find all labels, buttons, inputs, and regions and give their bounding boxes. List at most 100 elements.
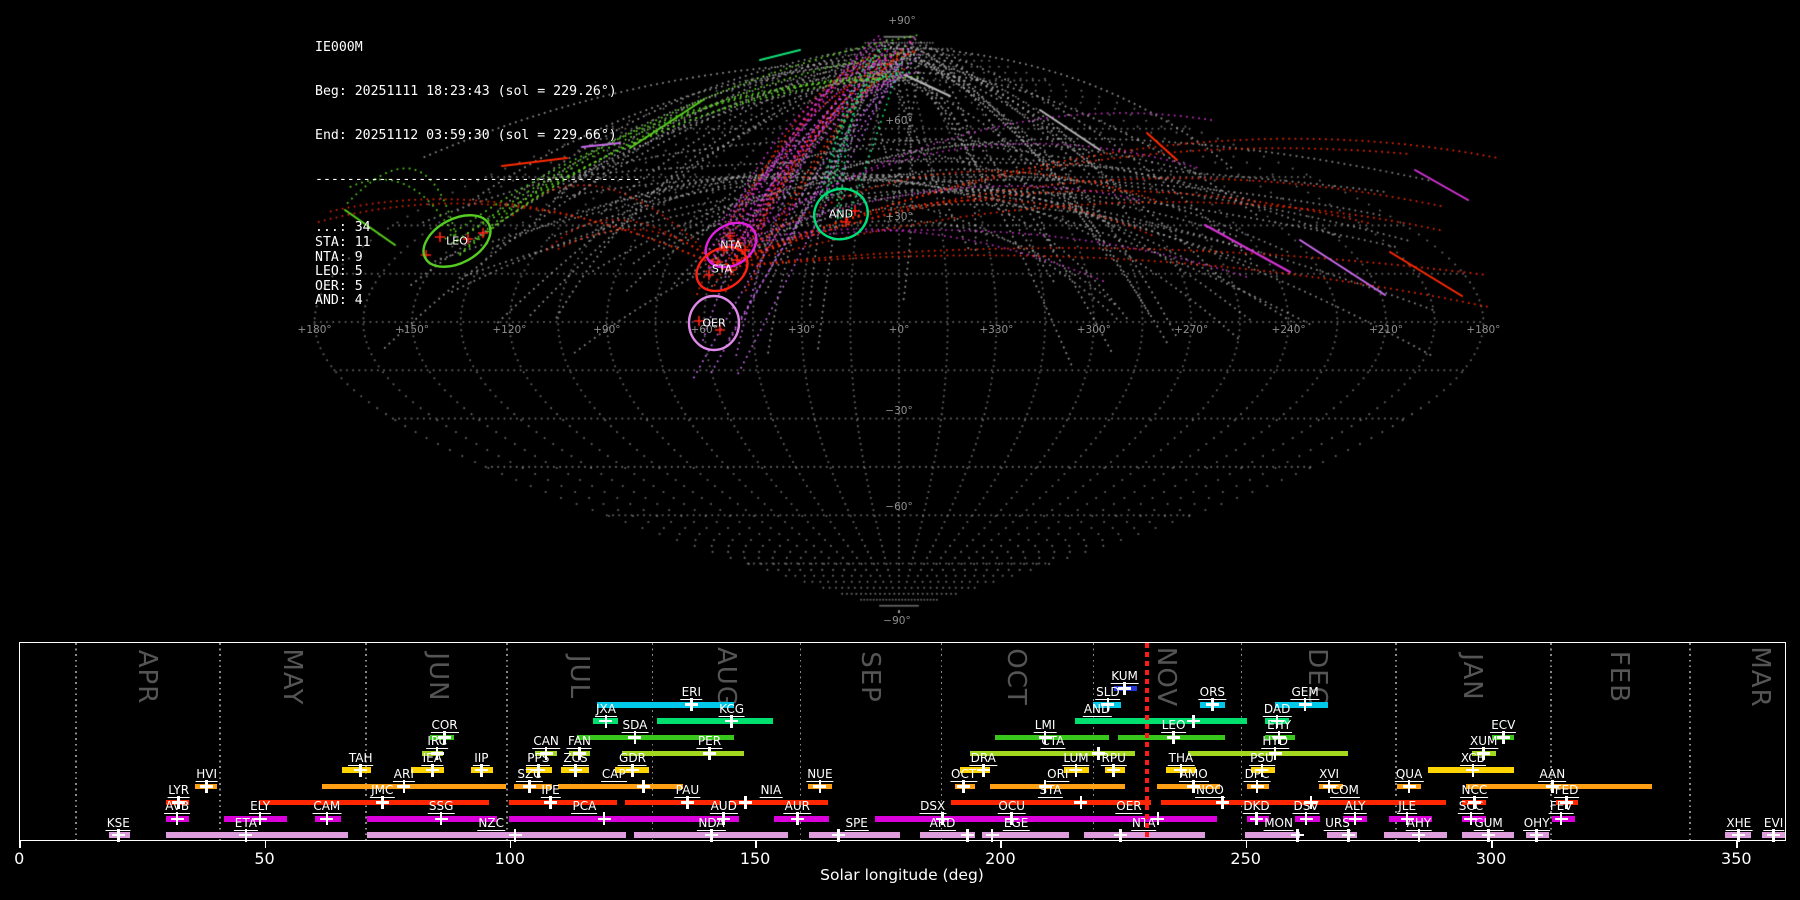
peak-marker-v xyxy=(513,828,517,842)
month-label: JUL xyxy=(564,654,595,700)
pole-label: −90° xyxy=(883,615,911,627)
shower-label: KUM xyxy=(1110,669,1139,684)
shower-peak-marker xyxy=(508,828,522,842)
shower-label: FEV xyxy=(1548,799,1574,815)
axis-tick xyxy=(1491,841,1493,848)
month-gridline xyxy=(651,643,654,840)
shower-bar xyxy=(656,718,774,724)
shower-bar xyxy=(558,783,684,790)
shower-label: DPC xyxy=(1243,766,1271,782)
shower-peak-marker xyxy=(636,779,650,793)
shower-label: PPS xyxy=(526,750,551,766)
peak-marker-v xyxy=(966,828,969,842)
radiant-label: AND xyxy=(828,207,854,221)
sky-map-labels-layer: LEO NTA STA OER AND +180° +150° +120° +90° +60° +3… xyxy=(0,0,1800,660)
peak-marker-v xyxy=(1192,714,1195,728)
axis-tick xyxy=(755,841,757,848)
shower-peak-marker xyxy=(739,796,753,810)
shower-bar xyxy=(165,832,348,838)
shower-label: DRA xyxy=(969,750,997,766)
shower-label: DKD xyxy=(1242,799,1271,815)
shower-label: TAH xyxy=(347,750,374,766)
month-gridline xyxy=(506,643,508,840)
shower-label: PAU xyxy=(674,783,701,799)
peak-marker-v xyxy=(602,812,606,826)
shower-label: LUM xyxy=(1062,750,1090,766)
shower-label: AUD xyxy=(709,799,738,815)
shower-label: IRC xyxy=(426,734,449,750)
shower-label: AUR xyxy=(783,799,811,815)
shower-label: HYD xyxy=(1261,734,1289,750)
month-gridline xyxy=(219,643,221,840)
radiant-label: STA xyxy=(711,262,733,276)
month-label: JAN xyxy=(1456,653,1487,701)
shower-label: SDA xyxy=(621,717,649,733)
axis-tick-label: 250 xyxy=(1230,849,1261,868)
shower-label: NDA xyxy=(697,815,726,831)
shower-label: SLD xyxy=(1095,685,1121,701)
shower-label: NOO xyxy=(1194,783,1225,799)
shower-label: HVI xyxy=(195,766,219,782)
shower-label: IEA xyxy=(421,750,443,766)
shower-label: EVI xyxy=(1762,815,1785,831)
shower-label: JMC xyxy=(370,783,395,799)
shower-label: ELY xyxy=(249,799,272,815)
lon-label: +180° xyxy=(1466,324,1501,336)
lon-label: +0° xyxy=(888,324,910,336)
shower-label: PSU xyxy=(1249,750,1275,766)
end-time-line: End: 20251112 03:59:30 (sol = 229.66°) xyxy=(315,127,617,143)
shower-label: ARD xyxy=(928,815,957,831)
axis-tick-label: 350 xyxy=(1721,849,1752,868)
peak-marker-v xyxy=(1295,828,1299,842)
axis-tick xyxy=(1000,841,1002,848)
shower-count-list: ...: 34 STA: 11 NTA: 9 LEO: 5 OER: 5 AND: 4 xyxy=(315,221,641,309)
station-code: IE000M xyxy=(315,40,363,56)
shower-label: DAD xyxy=(1262,701,1292,717)
shower-bar xyxy=(509,816,683,822)
shower-bar xyxy=(259,799,490,806)
shower-peak-marker xyxy=(961,828,975,842)
lon-label: +30° xyxy=(787,324,816,336)
peak-marker-v xyxy=(837,828,840,842)
lat-label: −60° xyxy=(885,501,913,514)
shower-bar xyxy=(509,799,617,806)
month-gridline xyxy=(365,643,367,840)
shower-label: ERI xyxy=(680,685,703,701)
shower-label: JXA xyxy=(594,701,617,717)
peak-marker-v xyxy=(1156,812,1160,826)
shower-label: NIA xyxy=(759,783,783,799)
lon-label: +330° xyxy=(979,324,1014,336)
shower-label: COM xyxy=(1329,783,1360,799)
peak-marker-v xyxy=(990,828,994,842)
pole-label: +90° xyxy=(888,15,916,27)
shower-label: MON xyxy=(1263,815,1294,831)
axis-tick-label: 50 xyxy=(254,849,275,868)
current-sol-line xyxy=(1146,643,1149,840)
shower-label: OCT xyxy=(950,766,978,782)
shower-label: GDR xyxy=(618,750,647,766)
shower-label: PER xyxy=(696,734,723,750)
shower-label: EHY xyxy=(1266,717,1293,733)
axis-tick xyxy=(264,841,267,848)
shower-label: ZCS xyxy=(562,750,589,766)
shower-label: ETA xyxy=(233,815,258,831)
shower-peak-marker xyxy=(1074,796,1088,810)
shower-label: LMI xyxy=(1033,717,1057,733)
shower-label: CAN xyxy=(532,734,560,750)
month-gridline xyxy=(1092,643,1095,840)
shower-bar xyxy=(808,832,900,838)
count-line: AND: 4 xyxy=(315,293,363,309)
shower-bar xyxy=(321,783,507,790)
shower-bar xyxy=(1025,816,1218,822)
shower-bar xyxy=(625,799,721,806)
shower-label: CAM xyxy=(312,799,342,815)
shower-label: RPU xyxy=(1100,750,1127,766)
peak-marker-v xyxy=(1119,828,1122,842)
shower-label: LEO xyxy=(1160,717,1187,733)
shower-label: THA xyxy=(1167,750,1195,766)
shower-peak-marker xyxy=(832,828,846,842)
shower-label: COR xyxy=(430,717,459,733)
shower-label: STA xyxy=(1038,783,1063,799)
shower-label: GUM xyxy=(1473,815,1504,831)
shower-label: IIP xyxy=(473,750,490,766)
